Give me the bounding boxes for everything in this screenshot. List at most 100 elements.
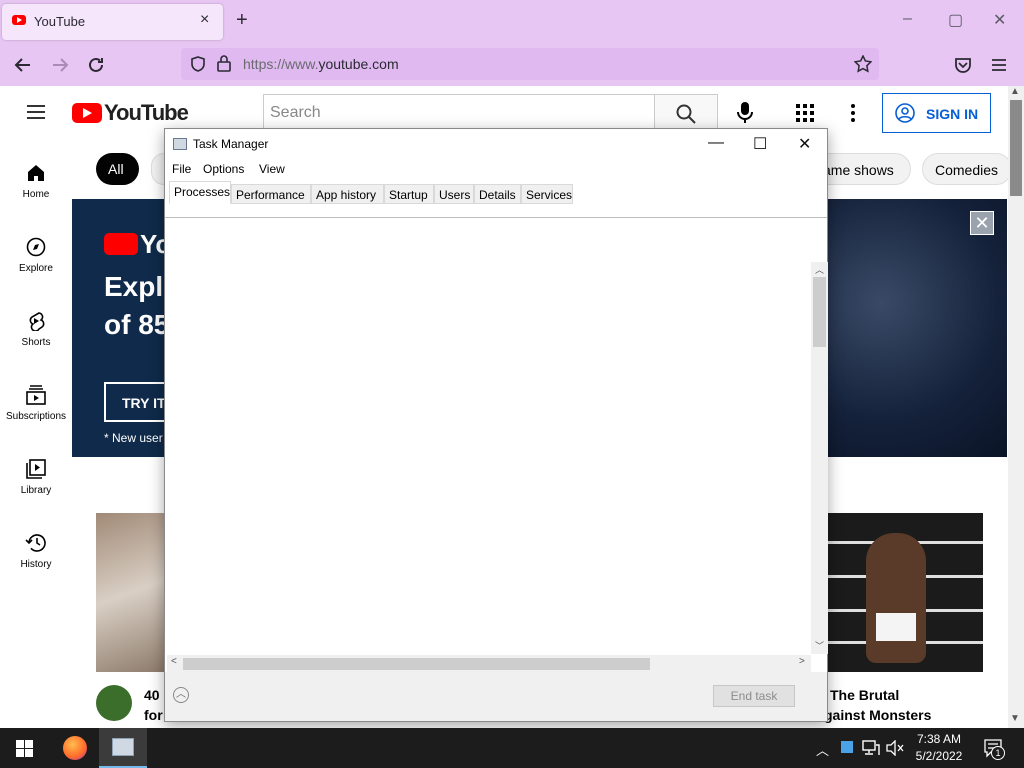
tab-users[interactable]: Users [434,184,474,204]
pocket-icon[interactable] [954,56,972,74]
menu-view[interactable]: View [259,162,285,176]
scroll-right-arrow-icon[interactable]: > [799,656,805,667]
taskbar-firefox[interactable] [51,728,99,768]
account-icon [895,103,915,123]
task-manager-footer: ︿ End task [165,672,827,721]
compass-icon [26,237,46,257]
scroll-left-arrow-icon[interactable]: < [171,656,177,667]
tab-processes[interactable]: Processes [169,181,231,204]
windows-taskbar: ︿ 7:38 AM 5/2/2022 1 [0,728,1024,768]
scroll-down-arrow-icon[interactable]: ﹀ [815,639,824,652]
forward-icon[interactable] [51,56,69,74]
sidebar-item-history[interactable]: History [0,533,72,570]
show-hidden-icons-chevron-up-icon[interactable]: ︿ [816,740,829,759]
youtube-favicon-icon [12,15,26,25]
app-menu-icon[interactable] [991,57,1007,73]
window-maximize-button[interactable]: ▢ [948,10,963,30]
tab-content-separator [165,217,827,218]
tab-details[interactable]: Details [474,184,521,204]
url-domain: youtube.com [318,56,399,72]
apps-grid-icon[interactable] [796,104,814,122]
banner-youtube-logo-icon [104,233,138,255]
banner-close-button[interactable]: ✕ [970,211,994,235]
window-minimize-button[interactable]: – [903,10,912,28]
window-close-button[interactable]: ✕ [993,10,1006,30]
browser-tab-bar: YouTube × + – ▢ ✕ [0,0,1024,44]
lock-icon[interactable] [217,55,231,72]
banner-headline-line2: of 85 [104,309,170,340]
windows-start-icon[interactable] [16,740,33,757]
sidebar-item-label: Shorts [21,337,51,348]
volume-muted-icon[interactable] [886,740,904,756]
chip-all[interactable]: All [96,153,139,185]
back-icon[interactable] [14,56,32,74]
end-task-button[interactable]: End task [713,685,795,707]
tm-maximize-button[interactable]: ☐ [753,134,767,154]
sign-in-button[interactable]: SIGN IN [882,93,991,133]
menu-options[interactable]: Options [203,162,244,176]
page-scrollbar-thumb[interactable] [1010,100,1022,196]
sidebar-item-library[interactable]: Library [0,459,72,496]
new-tab-button[interactable]: + [236,9,248,32]
sidebar-item-label: Home [22,189,50,200]
scroll-down-arrow-icon[interactable]: ▼ [1010,713,1020,724]
youtube-logo-icon[interactable] [72,103,102,123]
tab-performance[interactable]: Performance [231,184,311,204]
video-title-line2[interactable]: for [144,707,163,723]
tray-app-icon[interactable] [841,741,853,753]
url-bar[interactable]: https://www.youtube.com [181,48,879,80]
clock-time: 7:38 AM [916,732,962,746]
tab-app-history[interactable]: App history [311,184,384,204]
tab-services[interactable]: Services [521,184,573,204]
search-button[interactable] [654,94,718,132]
video-thumbnail[interactable] [96,513,166,672]
search-input[interactable] [263,94,655,132]
menu-file[interactable]: File [172,162,191,176]
history-icon [25,534,46,552]
sidebar-item-subscriptions[interactable]: Subscriptions [0,385,72,422]
guide-menu-icon[interactable] [27,101,45,123]
scroll-up-arrow-icon[interactable]: ︿ [815,263,824,276]
video-title-line1[interactable]: 40 [144,687,160,703]
tab-close-button[interactable]: × [200,11,209,29]
home-icon [28,165,44,181]
task-manager-title: Task Manager [193,137,269,151]
shorts-icon [29,312,45,331]
browser-tab-youtube[interactable]: YouTube × [2,4,223,40]
url-text[interactable]: https://www.youtube.com [243,56,399,72]
url-prefix: https://www. [243,56,319,72]
sidebar-item-label: Explore [19,263,53,274]
channel-avatar[interactable] [96,685,132,721]
network-icon[interactable] [862,740,880,756]
processes-horizontal-scroll-thumb[interactable] [183,658,650,670]
tab-title: YouTube [34,14,86,29]
scroll-up-arrow-icon[interactable]: ▲ [1010,86,1020,97]
sidebar-item-label: History [20,559,52,570]
subscriptions-icon [26,385,46,405]
tracking-shield-icon[interactable] [190,56,206,72]
taskbar-clock[interactable]: 7:38 AM 5/2/2022 [910,731,968,765]
video-title-line2[interactable]: gainst Monsters [824,707,931,723]
reload-icon[interactable] [87,56,105,74]
notification-count-badge: 1 [991,746,1005,760]
more-options-icon[interactable] [850,104,856,122]
sidebar-item-shorts[interactable]: Shorts [0,311,72,348]
taskbar-task-manager[interactable] [99,728,147,768]
video-thumbnail[interactable] [826,513,983,672]
video-title-line1[interactable]: The Brutal [830,687,899,703]
sidebar-item-home[interactable]: Home [0,163,72,200]
bookmark-star-icon[interactable] [854,55,872,73]
microphone-icon[interactable] [737,101,753,125]
youtube-logo-text[interactable]: YouTube [104,100,189,126]
chip-comedies[interactable]: Comedies [922,153,1012,185]
banner-starfield-image [828,199,1007,457]
fewer-details-chevron-up-icon[interactable]: ︿ [173,687,189,703]
tab-startup[interactable]: Startup [384,184,434,204]
sidebar-item-explore[interactable]: Explore [0,237,72,274]
tm-minimize-button[interactable]: — [708,134,724,152]
task-manager-window: Task Manager — ☐ ✕ File Options View Pro… [164,128,828,722]
tm-close-button[interactable]: ✕ [798,134,811,154]
processes-vertical-scroll-thumb[interactable] [813,277,826,347]
task-manager-icon [112,738,134,756]
sign-in-label: SIGN IN [926,106,979,122]
